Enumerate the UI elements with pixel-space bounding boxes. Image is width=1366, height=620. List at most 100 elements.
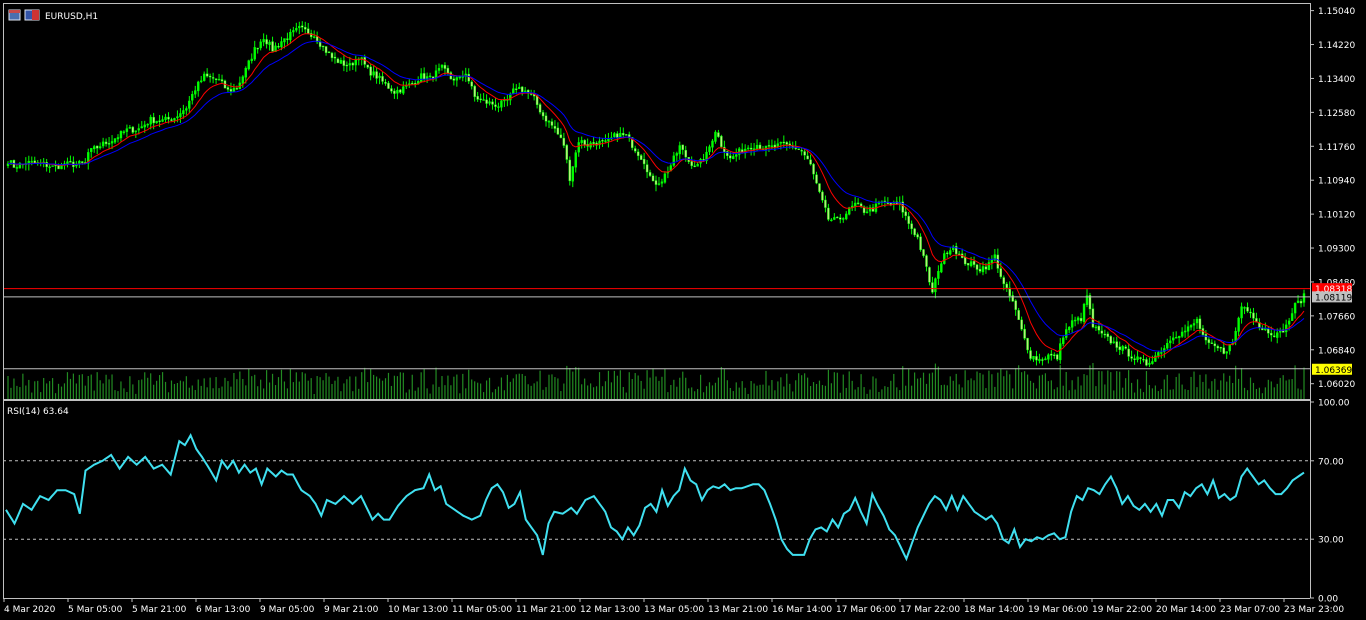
volume-bar: [1196, 387, 1198, 399]
candle-body: [925, 255, 928, 267]
candle-body: [601, 140, 604, 142]
volume-bar: [1169, 389, 1171, 399]
candle-body: [1183, 330, 1187, 333]
candle-body: [265, 39, 268, 45]
volume-bar: [370, 368, 372, 399]
candle-body: [194, 90, 197, 95]
candle-body: [455, 77, 459, 81]
candle-body: [806, 155, 809, 160]
volume-bar: [575, 367, 577, 399]
candle-body: [339, 60, 343, 64]
candle-body: [821, 191, 824, 201]
volume-bar: [661, 376, 663, 399]
volume-bar: [1264, 387, 1266, 399]
candle-body: [1041, 359, 1044, 361]
candle-body: [521, 86, 524, 93]
volume-bar: [518, 373, 520, 399]
candle-body: [639, 155, 643, 160]
candle-body: [351, 62, 355, 66]
candle-body: [981, 266, 985, 273]
candle-body: [853, 202, 857, 207]
candle-body: [452, 78, 456, 81]
volume-bar: [720, 366, 722, 399]
candle-body: [324, 46, 328, 53]
volume-bar: [798, 373, 800, 399]
volume-bar: [1018, 365, 1020, 399]
rsi-tick-label: 0.00: [1318, 595, 1338, 605]
candle-body: [176, 116, 179, 119]
candle-body: [271, 41, 274, 52]
candle-body: [547, 121, 551, 123]
candle-body: [931, 282, 934, 293]
candle-body: [654, 180, 658, 185]
candle-body: [301, 25, 304, 28]
time-tick-label: 13 Mar 21:00: [708, 605, 768, 615]
volume-bar: [271, 373, 274, 399]
volume-bar: [194, 389, 196, 399]
candle-body: [185, 108, 188, 111]
volume-bar: [705, 386, 708, 399]
volume-bar: [459, 393, 461, 399]
volume-bar: [200, 385, 202, 399]
volume-bar: [99, 380, 101, 399]
volume-bar: [304, 373, 306, 399]
candle-body: [295, 28, 298, 31]
volume-bar: [777, 381, 779, 399]
volume-bar: [685, 377, 687, 399]
volume-bar: [25, 385, 27, 399]
volume-bar: [114, 390, 116, 399]
volume-bar: [420, 372, 422, 399]
candle-body: [672, 155, 676, 166]
volume-bar: [842, 374, 844, 399]
volume-bar: [931, 372, 934, 399]
candle-body: [1050, 353, 1053, 356]
candle-body: [571, 166, 574, 182]
volume-bar: [34, 381, 36, 399]
candle-body: [101, 141, 105, 147]
volume-bar: [824, 385, 827, 399]
candle-body: [758, 144, 762, 149]
volume-bar: [539, 370, 541, 399]
volume-bar: [637, 375, 639, 399]
volume-bar: [292, 382, 294, 399]
volume-bar: [491, 392, 494, 399]
volume-bar: [117, 391, 119, 399]
volume-bar: [533, 383, 535, 399]
candle-body: [458, 76, 462, 79]
volume-bar: [771, 380, 773, 399]
volume-bar: [164, 381, 167, 399]
volume-bar: [1223, 373, 1225, 399]
candle-body: [1067, 327, 1071, 331]
volume-bar: [601, 386, 604, 399]
candle-body: [182, 110, 185, 115]
volume-bar: [224, 377, 226, 399]
volume-bar: [432, 384, 434, 399]
candle-body: [1219, 347, 1222, 349]
volume-bar: [135, 393, 137, 399]
volume-bar: [1038, 375, 1041, 399]
volume-bar: [482, 392, 485, 399]
candle-body: [119, 131, 123, 139]
volume-bar: [367, 382, 369, 399]
volume-bar: [1000, 368, 1002, 399]
rsi-indicator-label: RSI(14) 63.64: [7, 407, 69, 417]
volume-bar: [812, 382, 815, 399]
candle-body: [336, 58, 340, 64]
volume-bar: [1166, 374, 1168, 399]
volume-bar: [301, 372, 303, 399]
time-tick-label: 10 Mar 13:00: [388, 605, 448, 615]
candle-body: [253, 47, 256, 60]
volume-bar: [708, 382, 711, 399]
time-tick-label: 13 Mar 05:00: [644, 605, 704, 615]
volume-bar: [334, 380, 336, 399]
volume-bar: [809, 386, 812, 399]
candle-body: [625, 134, 628, 136]
trading-chart[interactable]: 1.15040 1.14220 1.13400 1.12580 1.11760 1.109…: [0, 0, 1366, 620]
volume-bar: [673, 379, 675, 399]
volume-bar: [1255, 388, 1258, 399]
candle-body: [622, 133, 625, 136]
volume-bar: [994, 386, 996, 399]
volume-bar: [87, 376, 89, 399]
volume-bar: [548, 374, 550, 399]
volume-bar: [747, 393, 749, 399]
